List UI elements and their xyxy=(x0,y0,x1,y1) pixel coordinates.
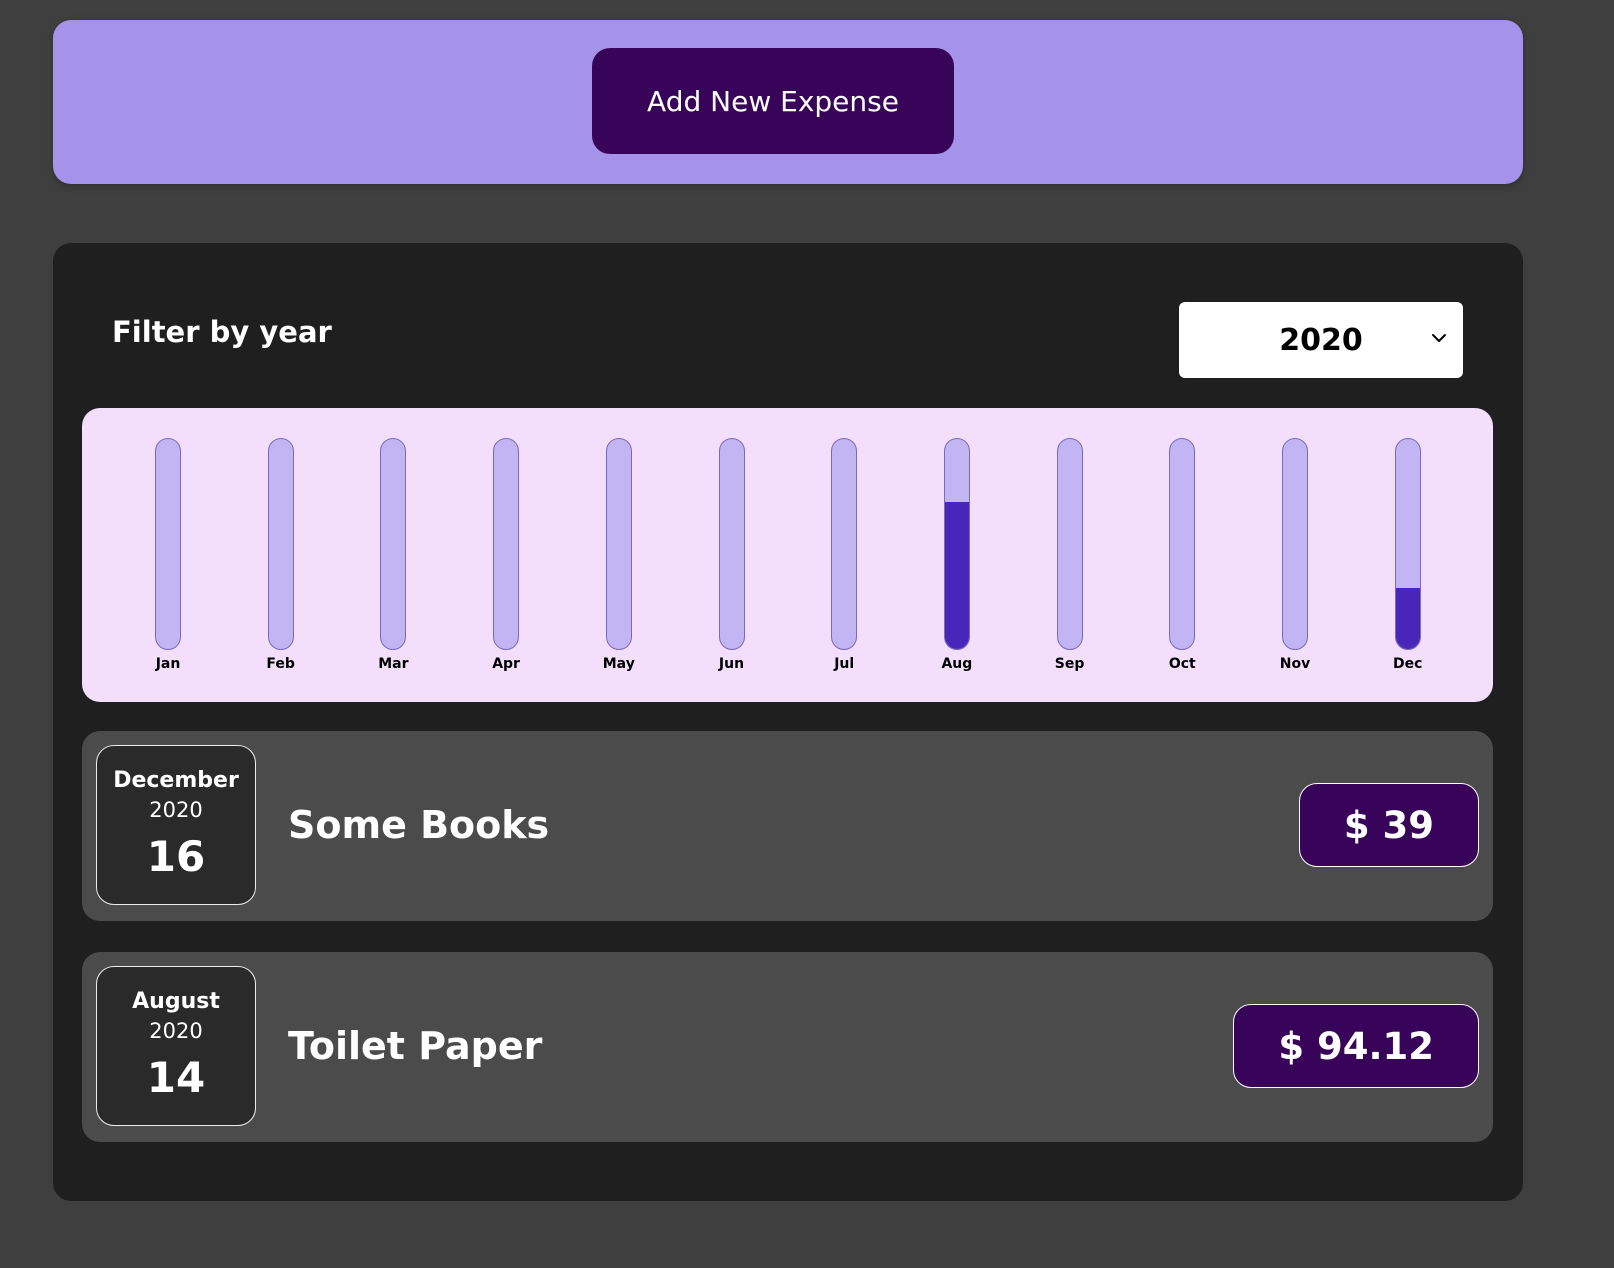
chart-bar-track xyxy=(155,438,181,650)
chart-bar-track xyxy=(943,438,970,650)
chart-bar-mar: Mar xyxy=(353,438,433,678)
chart-bar-track xyxy=(493,438,520,650)
chart-bar-label: Apr xyxy=(492,656,520,672)
chart-bar-dec: Dec xyxy=(1368,438,1448,678)
expense-price: $ 39 xyxy=(1298,783,1479,867)
chart-bar-track xyxy=(1282,438,1308,650)
chart-bar-track xyxy=(1394,438,1421,650)
chart-bar-fill xyxy=(1395,588,1420,649)
expense-title: Some Books xyxy=(288,803,550,847)
chart-bar-may: May xyxy=(579,438,659,678)
chart-bar-apr: Apr xyxy=(466,438,546,678)
expense-item: December 2020 16 Some Books $ 39 xyxy=(82,731,1493,921)
chart-bar-track xyxy=(380,438,407,650)
chart-bar-label: Jan xyxy=(155,656,181,672)
expense-date: August 2020 14 xyxy=(96,966,256,1126)
chart-bar-oct: Oct xyxy=(1142,438,1222,678)
chart-bar-label: Nov xyxy=(1279,656,1311,672)
expense-item: August 2020 14 Toilet Paper $ 94.12 xyxy=(82,952,1493,1142)
chart-bar-track xyxy=(267,438,294,650)
chart-bar-label: Jun xyxy=(718,656,745,672)
chart-bar-jan: Jan xyxy=(128,438,208,678)
expense-title: Toilet Paper xyxy=(288,1024,543,1068)
chart-bar-feb: Feb xyxy=(241,438,321,678)
chart-bar-aug: Aug xyxy=(917,438,997,678)
chart-bar-label: Aug xyxy=(941,656,973,672)
year-filter-select[interactable]: 2020 xyxy=(1179,302,1463,378)
chart-bar-label: May xyxy=(602,656,635,672)
chart-bar-track xyxy=(831,438,858,650)
chart-bar-track xyxy=(718,438,745,650)
expense-date-month: August xyxy=(132,989,220,1014)
add-new-expense-button[interactable]: Add New Expense xyxy=(592,48,954,154)
expense-date-day: 16 xyxy=(146,832,206,881)
chart-bar-track xyxy=(1056,438,1083,650)
filter-by-year-label: Filter by year xyxy=(112,315,332,349)
expense-price: $ 94.12 xyxy=(1233,1004,1479,1088)
expenses-card: Filter by year 2020 Jan Feb Mar Apr May Jun Ju… xyxy=(53,243,1523,1201)
selected-year-value: 2020 xyxy=(1279,322,1363,358)
expense-date-day: 14 xyxy=(146,1053,206,1102)
chart-bar-jul: Jul xyxy=(804,438,884,678)
chevron-down-icon xyxy=(1432,334,1446,342)
chart-bar-jun: Jun xyxy=(692,438,772,678)
chart-bar-track xyxy=(1169,438,1196,650)
expense-date: December 2020 16 xyxy=(96,745,256,905)
expense-date-year: 2020 xyxy=(149,1019,203,1043)
chart-bar-nov: Nov xyxy=(1255,438,1335,678)
expense-date-month: December xyxy=(113,768,239,793)
chart-bar-label: Oct xyxy=(1168,656,1196,672)
chart-bar-label: Jul xyxy=(834,656,855,672)
chart-bar-label: Dec xyxy=(1392,656,1423,672)
expense-date-year: 2020 xyxy=(149,798,203,822)
chart-bar-track xyxy=(605,438,632,650)
chart-bar-label: Sep xyxy=(1054,656,1085,672)
new-expense-panel: Add New Expense xyxy=(53,20,1523,184)
chart-bar-label: Mar xyxy=(378,656,409,672)
expenses-chart: Jan Feb Mar Apr May Jun Jul Aug Sep Oct Nov Dec xyxy=(82,408,1493,702)
chart-bar-label: Feb xyxy=(266,656,295,672)
chart-bar-sep: Sep xyxy=(1030,438,1110,678)
chart-bar-fill xyxy=(944,502,969,649)
